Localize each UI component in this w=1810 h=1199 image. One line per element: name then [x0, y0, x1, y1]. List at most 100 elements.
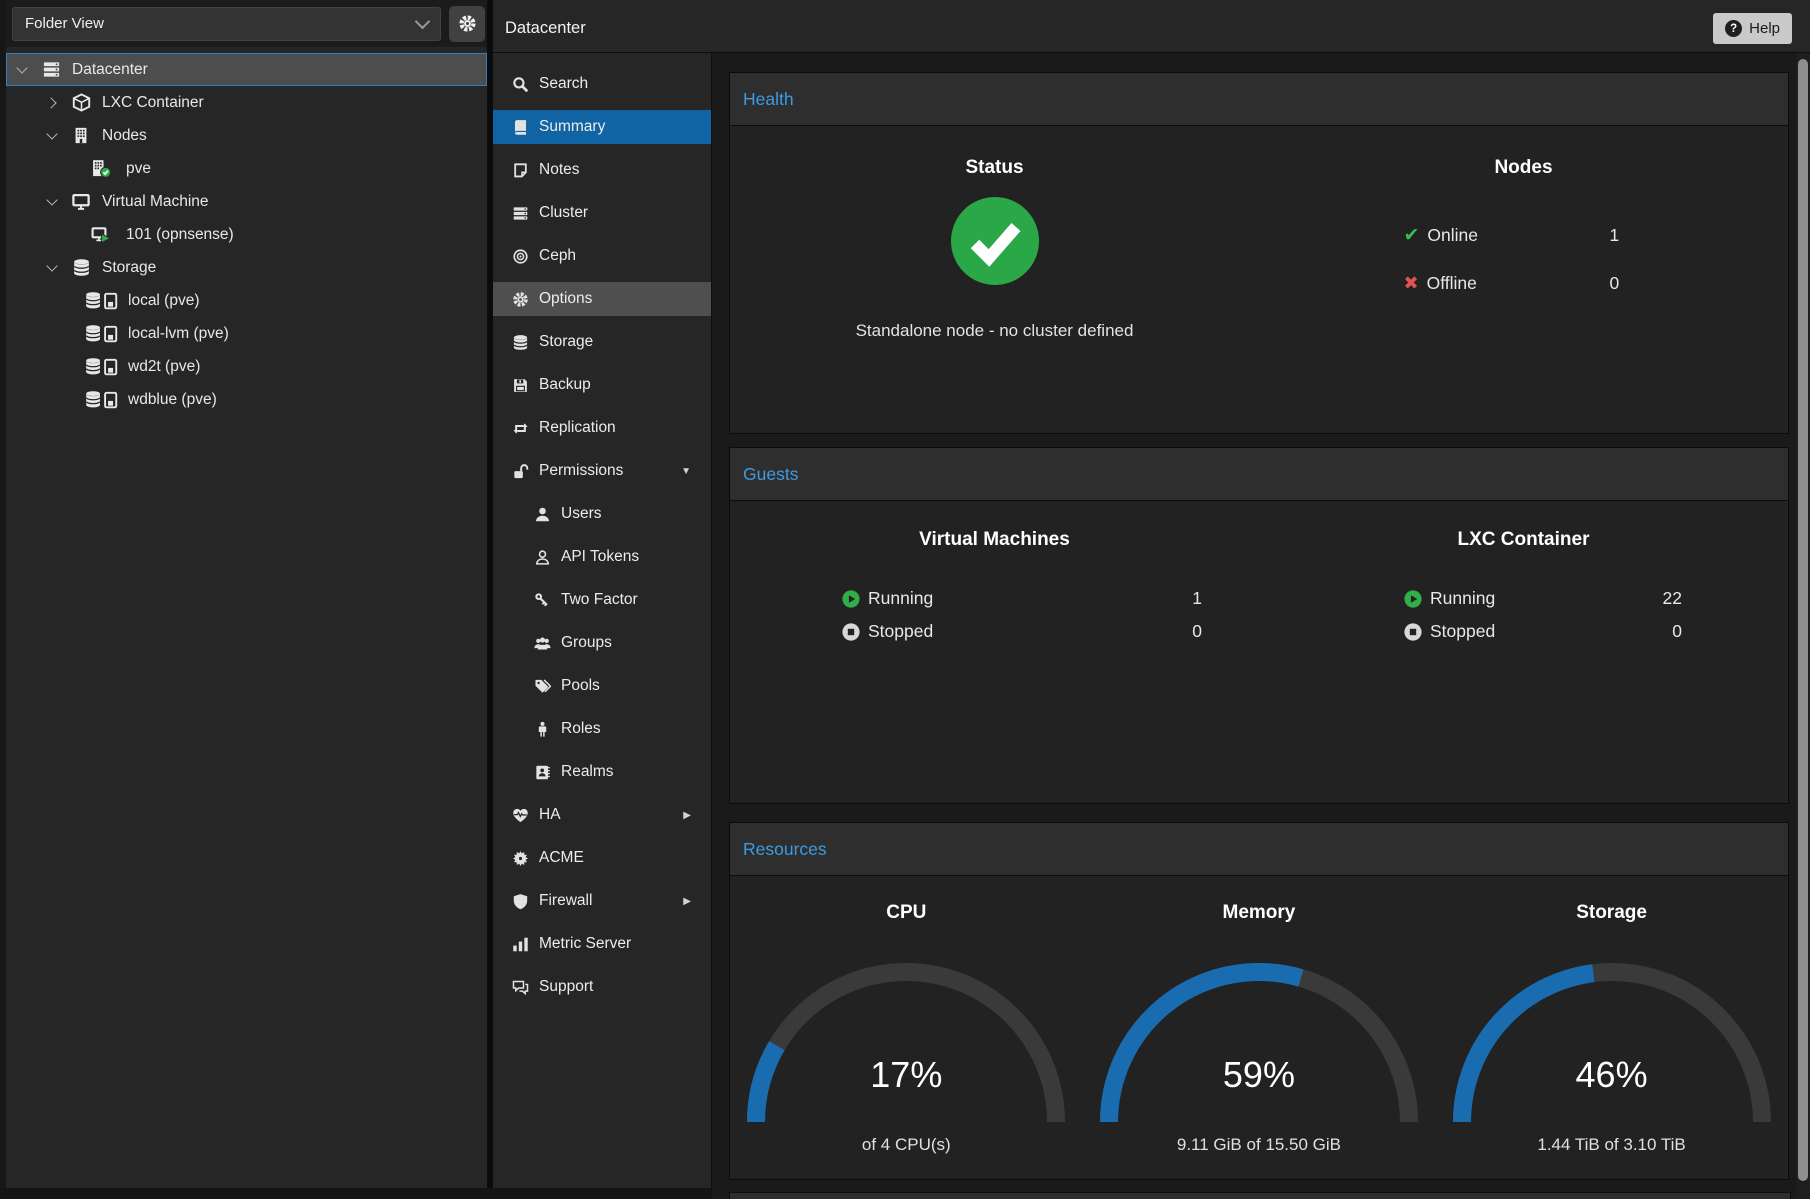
offline-label: Offline: [1427, 273, 1610, 294]
storage-percent: 46%: [1442, 1054, 1782, 1096]
node-online-icon: [84, 159, 118, 178]
menu-item-firewall[interactable]: Firewall ▶: [493, 884, 711, 918]
view-selector-dropdown[interactable]: Folder View: [12, 7, 441, 41]
vm-heading: Virtual Machines: [730, 529, 1259, 551]
menu-item-ceph[interactable]: Ceph: [493, 239, 711, 273]
tree-item-storage-local[interactable]: local (pve): [6, 284, 487, 317]
user-icon: [532, 506, 552, 523]
running-label: Running: [1430, 588, 1495, 609]
menu-item-label: Replication: [539, 419, 616, 437]
menu-item-notes[interactable]: Notes: [493, 153, 711, 187]
menu-item-backup[interactable]: Backup: [493, 368, 711, 402]
chevron-down-icon[interactable]: ▼: [681, 466, 691, 477]
menu-item-summary[interactable]: Summary: [493, 110, 711, 144]
help-button[interactable]: ? Help: [1713, 13, 1792, 44]
storage-subtitle: 1.44 TiB of 3.10 TiB: [1435, 1135, 1788, 1155]
tree-item-pve[interactable]: pve: [6, 152, 487, 185]
tree-item-storage-wdblue[interactable]: wdblue (pve): [6, 383, 487, 416]
collapse-icon[interactable]: [44, 260, 68, 276]
database-icon: [510, 334, 530, 351]
resource-tree: Datacenter LXC Container Nodes pve: [6, 47, 487, 416]
menu-item-label: Support: [539, 978, 593, 996]
x-icon: ✖: [1404, 274, 1419, 292]
menu-item-support[interactable]: Support: [493, 970, 711, 1004]
cube-icon: [68, 93, 94, 112]
collapse-icon[interactable]: [44, 194, 68, 210]
menu-item-replication[interactable]: Replication: [493, 411, 711, 445]
storage-drive-icon: [84, 291, 120, 310]
storage-gauge: 46%: [1442, 952, 1782, 1132]
menu-item-permissions[interactable]: Permissions ▼: [493, 454, 711, 488]
guests-panel-title: Guests: [730, 448, 1788, 501]
menu-item-roles[interactable]: Roles: [493, 712, 711, 746]
guests-panel: Guests Virtual Machines Running 1 Stoppe…: [729, 447, 1789, 804]
scrollbar-thumb[interactable]: [1798, 59, 1808, 1181]
menu-item-label: Cluster: [539, 204, 588, 222]
key-icon: [532, 592, 552, 609]
tree-item-datacenter[interactable]: Datacenter: [6, 53, 487, 86]
tree-settings-button[interactable]: [449, 6, 485, 42]
tag-icon: [532, 678, 552, 695]
cpu-heading: CPU: [730, 902, 1083, 924]
shield-icon: [510, 893, 530, 910]
menu-item-acme[interactable]: ACME: [493, 841, 711, 875]
menu-item-storage[interactable]: Storage: [493, 325, 711, 359]
chevron-right-icon[interactable]: ▶: [683, 896, 691, 907]
menu-item-api-tokens[interactable]: API Tokens: [493, 540, 711, 574]
note-icon: [510, 162, 530, 179]
tree-item-virtual-machine[interactable]: Virtual Machine: [6, 185, 487, 218]
tree-item-storage[interactable]: Storage: [6, 251, 487, 284]
retweet-icon: [510, 420, 530, 437]
menu-item-label: Summary: [539, 118, 605, 136]
tree-item-storage-local-lvm[interactable]: local-lvm (pve): [6, 317, 487, 350]
menu-item-label: Groups: [561, 634, 612, 652]
collapse-icon[interactable]: [44, 128, 68, 144]
stopped-label: Stopped: [868, 621, 933, 642]
resource-tree-panel: Folder View Datacenter LXC Container: [0, 0, 487, 1199]
menu-item-options[interactable]: Options: [493, 282, 711, 316]
menu-item-search[interactable]: Search: [493, 67, 711, 101]
bar-chart-icon: [510, 936, 530, 953]
tree-item-label: Nodes: [102, 127, 147, 145]
vm-running-icon: [84, 225, 118, 244]
nodes-offline-row: ✖ Offline 0: [1404, 269, 1644, 297]
person-icon: [532, 721, 552, 738]
menu-item-cluster[interactable]: Cluster: [493, 196, 711, 230]
certificate-icon: [510, 850, 530, 867]
storage-drive-icon: [84, 390, 120, 409]
comments-icon: [510, 979, 530, 996]
database-icon: [68, 258, 94, 277]
vm-running-row: Running 1: [842, 585, 1202, 612]
chevron-down-icon: [415, 14, 431, 30]
menu-item-users[interactable]: Users: [493, 497, 711, 531]
play-circle-icon: [1404, 590, 1422, 608]
tree-item-label: LXC Container: [102, 94, 204, 112]
tree-item-storage-wd2t[interactable]: wd2t (pve): [6, 350, 487, 383]
page-title: Datacenter: [505, 19, 586, 38]
collapse-icon[interactable]: [14, 62, 38, 78]
bottom-edge: [0, 1188, 712, 1199]
menu-item-pools[interactable]: Pools: [493, 669, 711, 703]
building-icon: [68, 126, 94, 145]
menu-item-two-factor[interactable]: Two Factor: [493, 583, 711, 617]
menu-item-realms[interactable]: Realms: [493, 755, 711, 789]
menu-item-metric-server[interactable]: Metric Server: [493, 927, 711, 961]
nodes-online-row: ✔ Online 1: [1404, 221, 1644, 249]
menu-item-ha[interactable]: HA ▶: [493, 798, 711, 832]
lxc-stopped-value: 0: [1672, 621, 1682, 642]
menu-item-label: Pools: [561, 677, 600, 695]
storage-drive-icon: [84, 357, 120, 376]
status-ok-icon: [951, 197, 1039, 285]
tree-item-nodes[interactable]: Nodes: [6, 119, 487, 152]
status-message: Standalone node - no cluster defined: [730, 321, 1259, 341]
datacenter-menu: Search Summary Notes Cluster Ceph Option…: [493, 53, 712, 1199]
tree-item-vm-101[interactable]: 101 (opnsense): [6, 218, 487, 251]
expand-icon[interactable]: [44, 95, 68, 111]
content-scrollbar[interactable]: [1796, 53, 1810, 1199]
tree-item-lxc-container[interactable]: LXC Container: [6, 86, 487, 119]
online-label: Online: [1427, 225, 1609, 246]
chevron-right-icon[interactable]: ▶: [683, 810, 691, 821]
memory-gauge: 59%: [1089, 952, 1429, 1132]
lxc-heading: LXC Container: [1259, 529, 1788, 551]
menu-item-groups[interactable]: Groups: [493, 626, 711, 660]
